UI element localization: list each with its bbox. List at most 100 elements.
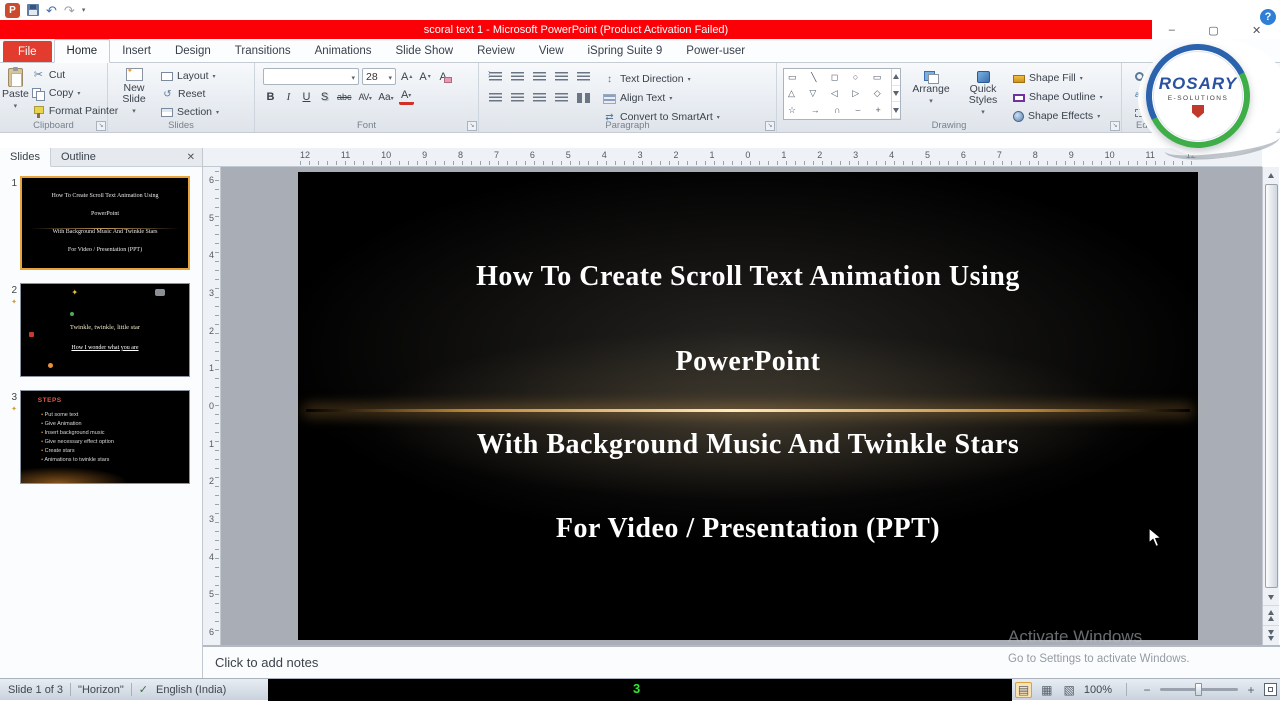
shapes-row-1[interactable]: ▭ ╲ ◻ ○ ▭ [788, 72, 887, 83]
status-language[interactable]: English (India) [156, 684, 226, 696]
animation-indicator-icon[interactable]: ✦ [11, 298, 17, 306]
maximize-button[interactable]: ▢ [1208, 24, 1218, 37]
animation-indicator-icon[interactable]: ✦ [11, 405, 17, 413]
text-shadow-button[interactable]: S [317, 89, 332, 105]
align-text-button[interactable]: Align Text [600, 90, 723, 107]
save-icon[interactable] [27, 4, 39, 16]
scroll-up-icon[interactable] [1263, 167, 1279, 183]
tab-transitions[interactable]: Transitions [223, 39, 303, 62]
shapes-gallery[interactable]: ▭ ╲ ◻ ○ ▭ △ ▽ ◁ ▷ ◇ ☆ → ∩ ⌣ + [783, 68, 901, 120]
notes-pane[interactable]: Click to add notes [203, 645, 1280, 678]
slide-show-view-button[interactable]: ▧ [1062, 683, 1077, 697]
quick-styles-button[interactable]: Quick Styles [961, 68, 1005, 125]
shrink-font-button[interactable]: A [417, 69, 432, 85]
columns-button[interactable] [575, 90, 592, 105]
panel-close-icon[interactable]: ✕ [180, 148, 202, 166]
zoom-slider[interactable] [1160, 683, 1238, 696]
grow-font-button[interactable]: A [399, 69, 414, 85]
font-size-dropdown-icon[interactable] [388, 71, 392, 83]
copy-dropdown-icon[interactable] [77, 86, 80, 101]
section-button[interactable]: Section [158, 104, 222, 121]
fit-to-window-button[interactable] [1264, 683, 1277, 696]
clipboard-dialog-launcher-icon[interactable] [96, 121, 106, 131]
quick-styles-dropdown-icon[interactable] [981, 106, 985, 118]
shapes-scroll-up-icon[interactable] [892, 69, 900, 86]
paste-button[interactable]: Paste [2, 65, 29, 120]
section-dropdown-icon[interactable] [216, 105, 219, 120]
tab-slide-show[interactable]: Slide Show [384, 39, 466, 62]
shapes-row-2[interactable]: △ ▽ ◁ ▷ ◇ [788, 88, 887, 99]
font-dialog-launcher-icon[interactable] [467, 121, 477, 131]
powerpoint-app-icon[interactable]: P [5, 2, 20, 18]
font-size-combo[interactable]: 28 [362, 68, 396, 85]
font-name-combo[interactable] [263, 68, 359, 85]
change-case-button[interactable]: Aa [376, 89, 395, 105]
text-direction-dropdown-icon[interactable] [688, 72, 691, 87]
character-spacing-button[interactable]: AV [357, 89, 374, 105]
slide-title-line-4[interactable]: For Video / Presentation (PPT) [298, 513, 1198, 545]
increase-indent-button[interactable] [553, 69, 570, 84]
numbering-button[interactable] [509, 69, 526, 84]
clear-formatting-button[interactable]: A [436, 69, 452, 85]
align-text-dropdown-icon[interactable] [669, 91, 672, 106]
slide-thumbnail-2[interactable]: ✦ Twinkle, twinkle, little star How I wo… [20, 283, 190, 377]
tab-file[interactable]: File [3, 41, 52, 62]
tab-design[interactable]: Design [163, 39, 223, 62]
align-left-button[interactable] [487, 90, 504, 105]
spell-check-icon[interactable]: ✓ [139, 683, 148, 696]
new-slide-button[interactable]: New Slide [110, 65, 158, 120]
panel-tab-slides[interactable]: Slides [0, 148, 51, 167]
arrange-button[interactable]: Arrange [906, 68, 956, 125]
minimize-button[interactable]: – [1169, 24, 1175, 36]
shape-fill-dropdown-icon[interactable] [1080, 71, 1083, 86]
layout-dropdown-icon[interactable] [213, 69, 216, 84]
slide-title-line-3[interactable]: With Background Music And Twinkle Stars [298, 429, 1198, 461]
slide-title-line-1[interactable]: How To Create Scroll Text Animation Usin… [298, 261, 1198, 293]
change-case-dropdown-icon[interactable] [391, 92, 394, 103]
normal-view-button[interactable]: ▤ [1014, 681, 1033, 698]
line-spacing-button[interactable] [575, 69, 592, 84]
drawing-dialog-launcher-icon[interactable] [1110, 121, 1120, 131]
scrollbar-thumb[interactable] [1264, 184, 1278, 588]
decrease-indent-button[interactable] [531, 69, 548, 84]
paste-dropdown-icon[interactable] [14, 100, 18, 112]
shapes-row-3[interactable]: ☆ → ∩ ⌣ + [788, 105, 887, 116]
font-name-dropdown-icon[interactable] [351, 71, 355, 83]
tab-animations[interactable]: Animations [303, 39, 384, 62]
reset-button[interactable]: ↺ Reset [158, 87, 222, 102]
close-button[interactable]: ✕ [1252, 24, 1261, 37]
arrange-dropdown-icon[interactable] [929, 95, 933, 107]
next-slide-button[interactable] [1263, 625, 1279, 645]
shape-fill-button[interactable]: Shape Fill [1010, 70, 1106, 87]
align-right-button[interactable] [531, 90, 548, 105]
customize-quick-access-icon[interactable]: ▾ [82, 6, 86, 14]
zoom-slider-thumb[interactable] [1195, 683, 1202, 696]
zoom-in-button[interactable]: + [1245, 683, 1257, 697]
paragraph-dialog-launcher-icon[interactable] [765, 121, 775, 131]
shapes-scroll-down-icon[interactable] [892, 86, 900, 103]
shape-outline-button[interactable]: Shape Outline [1010, 89, 1106, 106]
text-direction-button[interactable]: ↕ Text Direction [600, 71, 723, 88]
help-button[interactable]: ? [1260, 9, 1276, 25]
panel-tab-outline[interactable]: Outline [51, 148, 106, 166]
justify-button[interactable] [553, 90, 570, 105]
undo-icon[interactable]: ↶ [46, 4, 57, 17]
tab-ispring-suite[interactable]: iSpring Suite 9 [576, 39, 675, 62]
underline-button[interactable]: U [299, 89, 314, 105]
slide-sorter-view-button[interactable]: ▦ [1039, 683, 1054, 697]
previous-slide-button[interactable] [1263, 605, 1279, 625]
slide-canvas[interactable]: How To Create Scroll Text Animation Usin… [298, 172, 1198, 640]
tab-review[interactable]: Review [465, 39, 527, 62]
font-color-button[interactable]: A [398, 89, 414, 105]
tab-insert[interactable]: Insert [110, 39, 163, 62]
new-slide-dropdown-icon[interactable] [132, 105, 136, 117]
zoom-out-button[interactable]: − [1141, 683, 1153, 697]
bold-button[interactable]: B [263, 89, 278, 105]
align-center-button[interactable] [509, 90, 526, 105]
tab-power-user[interactable]: Power-user [674, 39, 757, 62]
shape-outline-dropdown-icon[interactable] [1100, 90, 1103, 105]
font-color-dropdown-icon[interactable] [408, 89, 411, 102]
bullets-button[interactable] [485, 69, 504, 84]
tab-view[interactable]: View [527, 39, 576, 62]
scroll-down-icon[interactable] [1263, 589, 1279, 605]
